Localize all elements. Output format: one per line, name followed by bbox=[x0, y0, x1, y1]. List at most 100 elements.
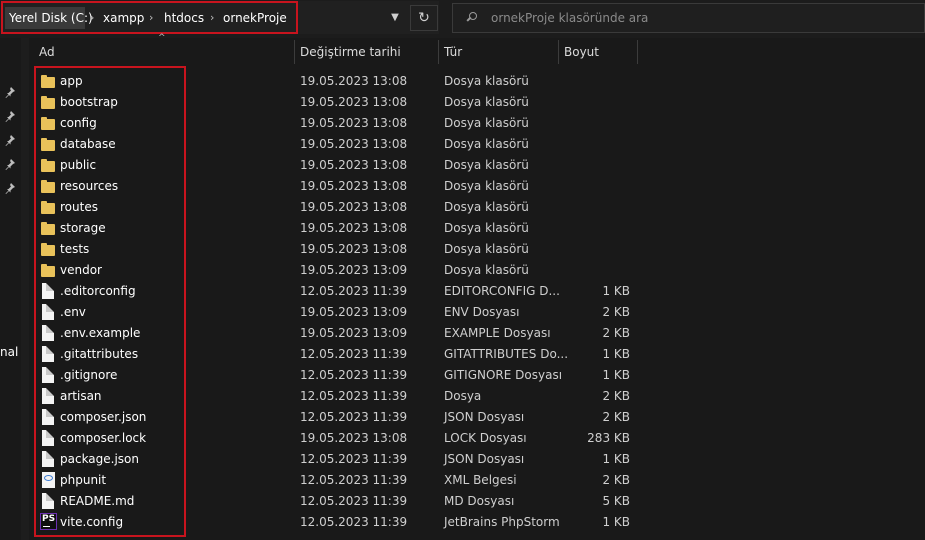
chevron-right-icon[interactable]: › bbox=[149, 7, 153, 29]
refresh-button[interactable]: ↻ bbox=[410, 5, 438, 31]
file-row[interactable]: vendor 19.05.2023 13:09 Dosya klasörü bbox=[30, 260, 670, 281]
file-row[interactable]: .env.example 19.05.2023 13:09 EXAMPLE Dosy… bbox=[30, 323, 670, 344]
file-size: 1 KB bbox=[602, 452, 630, 466]
file-type: Dosya bbox=[444, 389, 482, 403]
file-type: Dosya klasörü bbox=[444, 137, 529, 151]
file-row[interactable]: .gitignore 12.05.2023 11:39 GITIGNORE Dosy… bbox=[30, 365, 670, 386]
column-header-type[interactable]: Tür bbox=[444, 38, 462, 66]
folder-icon bbox=[41, 201, 55, 214]
file-size: 2 KB bbox=[602, 410, 630, 424]
file-name: tests bbox=[60, 242, 90, 256]
column-header-date[interactable]: Değiştirme tarihi bbox=[300, 38, 401, 66]
file-date: 19.05.2023 13:08 bbox=[300, 221, 408, 235]
nav-pane-scrollbar[interactable] bbox=[21, 38, 29, 540]
file-name: routes bbox=[60, 200, 98, 214]
file-icon bbox=[42, 283, 54, 299]
file-name: app bbox=[60, 74, 83, 88]
file-date: 19.05.2023 13:08 bbox=[300, 116, 408, 130]
file-row[interactable]: public 19.05.2023 13:08 Dosya klasörü bbox=[30, 155, 670, 176]
folder-icon bbox=[41, 264, 55, 277]
file-name: public bbox=[60, 158, 97, 172]
file-row[interactable]: routes 19.05.2023 13:08 Dosya klasörü bbox=[30, 197, 670, 218]
file-row[interactable]: phpunit 12.05.2023 11:39 XML Belgesi 2 KB bbox=[30, 470, 670, 491]
file-type: Dosya klasörü bbox=[444, 263, 529, 277]
file-type: GITATTRIBUTES Do... bbox=[444, 347, 569, 361]
file-type: LOCK Dosyası bbox=[444, 431, 527, 445]
file-date: 12.05.2023 11:39 bbox=[300, 389, 408, 403]
file-date: 19.05.2023 13:09 bbox=[300, 326, 408, 340]
file-row[interactable]: app 19.05.2023 13:08 Dosya klasörü bbox=[30, 71, 670, 92]
file-icon bbox=[42, 493, 54, 509]
column-divider[interactable] bbox=[558, 40, 559, 64]
file-row[interactable]: database 19.05.2023 13:08 Dosya klasörü bbox=[30, 134, 670, 155]
file-type: XML Belgesi bbox=[444, 473, 517, 487]
breadcrumb-item-xampp[interactable]: xampp bbox=[103, 7, 144, 29]
search-input[interactable]: ornekProje klasöründe ara bbox=[452, 3, 925, 33]
column-header-size[interactable]: Boyut bbox=[564, 38, 599, 66]
chevron-right-icon[interactable]: › bbox=[210, 7, 214, 29]
file-row[interactable]: README.md 12.05.2023 11:39 MD Dosyası 5 KB bbox=[30, 491, 670, 512]
file-date: 19.05.2023 13:09 bbox=[300, 263, 408, 277]
breadcrumb-item-ornekproje[interactable]: ornekProje bbox=[223, 7, 287, 29]
file-date: 19.05.2023 13:08 bbox=[300, 200, 408, 214]
file-date: 19.05.2023 13:09 bbox=[300, 305, 408, 319]
pin-icon[interactable] bbox=[4, 134, 16, 146]
file-size: 1 KB bbox=[602, 284, 630, 298]
file-row[interactable]: .editorconfig 12.05.2023 11:39 EDITORCONFI… bbox=[30, 281, 670, 302]
chevron-right-icon[interactable]: › bbox=[90, 7, 94, 29]
pin-icon[interactable] bbox=[4, 86, 16, 98]
pin-icon[interactable] bbox=[4, 182, 16, 194]
file-date: 19.05.2023 13:08 bbox=[300, 137, 408, 151]
file-date: 12.05.2023 11:39 bbox=[300, 368, 408, 382]
breadcrumb[interactable]: Yerel Disk (C:) › xampp › htdocs › ornek… bbox=[1, 1, 439, 34]
pin-icon[interactable] bbox=[4, 158, 16, 170]
folder-icon bbox=[41, 159, 55, 172]
file-type: JSON Dosyası bbox=[444, 410, 525, 424]
file-row[interactable]: artisan 12.05.2023 11:39 Dosya 2 KB bbox=[30, 386, 670, 407]
file-size: 283 KB bbox=[587, 431, 630, 445]
column-divider[interactable] bbox=[637, 40, 638, 64]
file-icon bbox=[42, 451, 54, 467]
file-row[interactable]: .gitattributes 12.05.2023 11:39 GITATTRIBU… bbox=[30, 344, 670, 365]
file-icon bbox=[42, 388, 54, 404]
xml-file-icon bbox=[42, 472, 55, 488]
column-divider[interactable] bbox=[294, 40, 295, 64]
file-size: 1 KB bbox=[602, 368, 630, 382]
file-size: 2 KB bbox=[602, 473, 630, 487]
file-row[interactable]: composer.json 12.05.2023 11:39 JSON Dosyas… bbox=[30, 407, 670, 428]
file-name: composer.json bbox=[60, 410, 147, 424]
file-row[interactable]: composer.lock 19.05.2023 13:08 LOCK Dosyas… bbox=[30, 428, 670, 449]
file-name: .editorconfig bbox=[60, 284, 136, 298]
chevron-down-icon[interactable]: ▼ bbox=[384, 7, 406, 29]
file-name: bootstrap bbox=[60, 95, 118, 109]
column-header-name[interactable]: Ad bbox=[39, 38, 55, 66]
file-date: 19.05.2023 13:08 bbox=[300, 431, 408, 445]
breadcrumb-item-disk[interactable]: Yerel Disk (C:) bbox=[5, 7, 93, 29]
file-row[interactable]: config 19.05.2023 13:08 Dosya klasörü bbox=[30, 113, 670, 134]
column-divider[interactable] bbox=[438, 40, 439, 64]
file-size: 1 KB bbox=[602, 515, 630, 529]
file-date: 12.05.2023 11:39 bbox=[300, 452, 408, 466]
file-type: Dosya klasörü bbox=[444, 74, 529, 88]
file-date: 12.05.2023 11:39 bbox=[300, 515, 408, 529]
file-row[interactable]: package.json 12.05.2023 11:39 JSON Dosyası… bbox=[30, 449, 670, 470]
file-row[interactable]: bootstrap 19.05.2023 13:08 Dosya klasörü bbox=[30, 92, 670, 113]
pin-icon[interactable] bbox=[4, 110, 16, 122]
folder-icon bbox=[41, 138, 55, 151]
file-type: EDITORCONFIG D... bbox=[444, 284, 560, 298]
file-row[interactable]: resources 19.05.2023 13:08 Dosya klasörü bbox=[30, 176, 670, 197]
folder-icon bbox=[41, 96, 55, 109]
breadcrumb-item-htdocs[interactable]: htdocs bbox=[164, 7, 204, 29]
file-type: Dosya klasörü bbox=[444, 200, 529, 214]
file-name: config bbox=[60, 116, 97, 130]
folder-icon bbox=[41, 243, 55, 256]
file-row[interactable]: storage 19.05.2023 13:08 Dosya klasörü bbox=[30, 218, 670, 239]
file-size: 1 KB bbox=[602, 347, 630, 361]
file-type: JetBrains PhpStorm bbox=[444, 515, 560, 529]
file-row[interactable]: tests 19.05.2023 13:08 Dosya klasörü bbox=[30, 239, 670, 260]
file-type: Dosya klasörü bbox=[444, 179, 529, 193]
file-row[interactable]: .env 19.05.2023 13:09 ENV Dosyası 2 KB bbox=[30, 302, 670, 323]
nav-item-label[interactable]: nal bbox=[0, 345, 18, 359]
file-name: .gitattributes bbox=[60, 347, 139, 361]
file-row[interactable]: PS vite.config 12.05.2023 11:39 JetBrains P… bbox=[30, 512, 670, 533]
